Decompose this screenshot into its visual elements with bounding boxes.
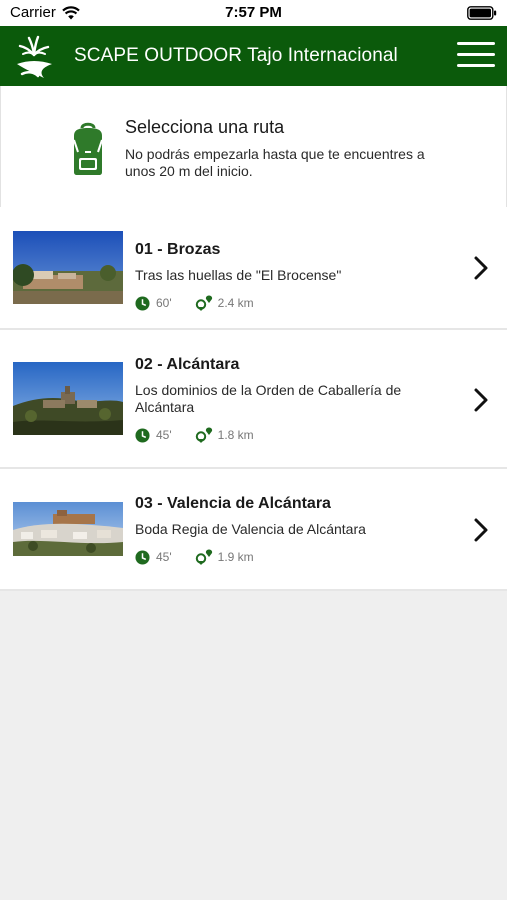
route-distance: 1.9 km (217, 550, 254, 564)
info-title: Selecciona una ruta (125, 117, 285, 137)
status-time: 7:57 PM (225, 4, 282, 21)
route-item-alcantara[interactable]: 02 - Alcántara Los dominios de la Orden … (0, 330, 507, 469)
battery-icon (467, 6, 497, 20)
route-meta: 60' 2.4 km (135, 295, 254, 311)
app-header: SCAPE OUTDOOR Tajo Internacional (0, 26, 507, 86)
route-distance: 1.8 km (217, 428, 254, 442)
info-text: No podrás empezarla hasta que te encuent… (125, 146, 425, 179)
chevron-right-icon (474, 256, 488, 280)
route-thumbnail-valencia-de-alcantara (13, 502, 123, 556)
menu-icon-bar (457, 64, 495, 67)
route-item-valencia-de-alcantara[interactable]: 03 - Valencia de Alcántara Boda Regia de… (0, 469, 507, 591)
route-description: Boda Regia de Valencia de Alcántara (135, 521, 366, 537)
app-title: SCAPE OUTDOOR Tajo Internacional (74, 45, 398, 66)
route-duration: 60' (156, 296, 172, 310)
status-right (467, 6, 497, 24)
clock-icon (135, 549, 150, 565)
route-name: 02 - Alcántara (135, 356, 240, 373)
route-description: Los dominios de la Orden de Caballería d… (135, 382, 402, 415)
route-thumbnail-alcantara (13, 362, 123, 435)
distance-pin-icon (195, 427, 212, 443)
clock-icon (135, 295, 150, 311)
route-meta: 45' 1.8 km (135, 427, 254, 443)
route-thumbnail-brozas (13, 231, 123, 304)
backpack-icon (73, 122, 103, 175)
route-name: 01 - Brozas (135, 241, 221, 258)
status-bar: Carrier 7:57 PM (0, 0, 507, 26)
route-description: Tras las huellas de "El Brocense" (135, 267, 342, 283)
distance-pin-icon (195, 549, 212, 565)
distance-pin-icon (195, 295, 212, 311)
chevron-right-icon (474, 388, 488, 412)
route-duration: 45' (156, 550, 172, 564)
menu-icon-bar (457, 53, 495, 56)
app-logo-icon (17, 35, 52, 78)
clock-icon (135, 427, 150, 443)
route-item-brozas[interactable]: 01 - Brozas Tras las huellas de "El Broc… (0, 207, 507, 330)
menu-icon-bar (457, 42, 495, 45)
route-distance: 2.4 km (217, 296, 254, 310)
route-meta: 45' 1.9 km (135, 549, 254, 565)
route-name: 03 - Valencia de Alcántara (135, 495, 331, 512)
route-list: 01 - Brozas Tras las huellas de "El Broc… (0, 207, 507, 591)
route-duration: 45' (156, 428, 172, 442)
menu-button[interactable] (457, 42, 495, 70)
select-route-info: Selecciona una ruta No podrás empezarla … (0, 86, 507, 207)
chevron-right-icon (474, 518, 488, 542)
